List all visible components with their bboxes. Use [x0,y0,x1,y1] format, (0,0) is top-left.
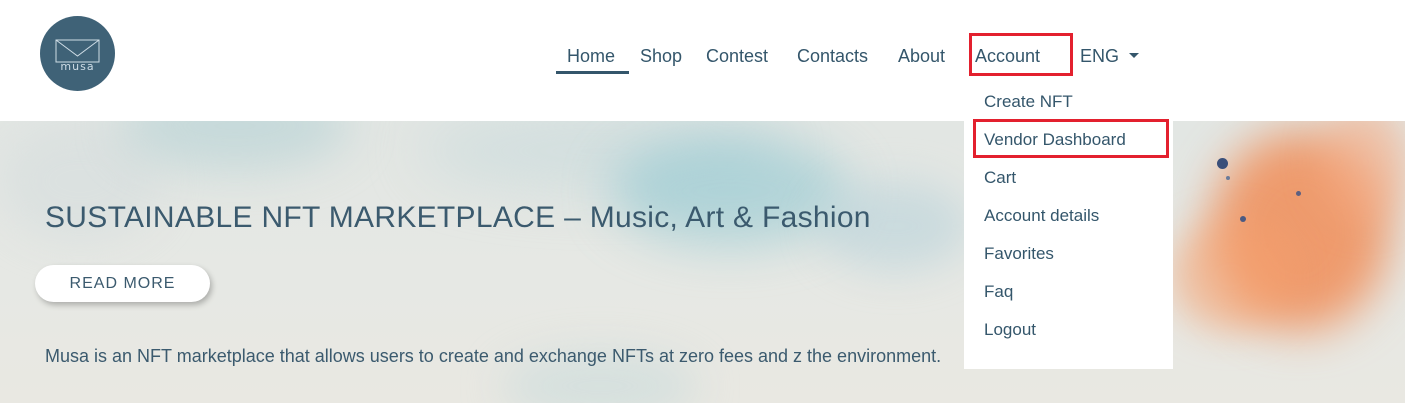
hero-title: SUSTAINABLE NFT MARKETPLACE – Music, Art… [45,201,871,234]
paint-dot [1217,158,1228,169]
hero-description: Musa is an NFT marketplace that allows u… [45,346,942,366]
nav-contacts[interactable]: Contacts [797,44,868,68]
menu-item-cart[interactable]: Cart [984,165,1016,191]
menu-item-favorites[interactable]: Favorites [984,241,1054,267]
menu-item-faq[interactable]: Faq [984,279,1013,305]
read-more-button[interactable]: READ MORE [35,265,210,302]
orange-paint-wash [1170,221,1290,331]
paint-dot [1226,176,1230,180]
language-label: ENG [1080,46,1120,66]
paint-dot [1240,216,1246,222]
vendor-dashboard-highlight-box [973,119,1169,158]
envelope-icon [55,39,100,63]
nav-shop[interactable]: Shop [640,44,682,68]
account-highlight-box [969,33,1073,76]
nav-home[interactable]: Home [567,44,615,68]
logo-text: musa [60,60,95,73]
caret-down-icon [1129,52,1140,58]
nav-contest[interactable]: Contest [706,44,768,68]
paint-dot [1296,191,1301,196]
menu-item-account-details[interactable]: Account details [984,203,1099,229]
active-nav-underline [556,71,629,74]
nav-about[interactable]: About [898,44,945,68]
menu-item-logout[interactable]: Logout [984,317,1036,343]
language-selector[interactable]: ENG [1080,44,1140,68]
site-header: musa Home Shop Contest Contacts About Ac… [0,0,1405,121]
menu-item-create-nft[interactable]: Create NFT [984,89,1073,115]
musa-logo[interactable]: musa [40,16,115,91]
hero-banner: SUSTAINABLE NFT MARKETPLACE – Music, Art… [0,121,1405,403]
